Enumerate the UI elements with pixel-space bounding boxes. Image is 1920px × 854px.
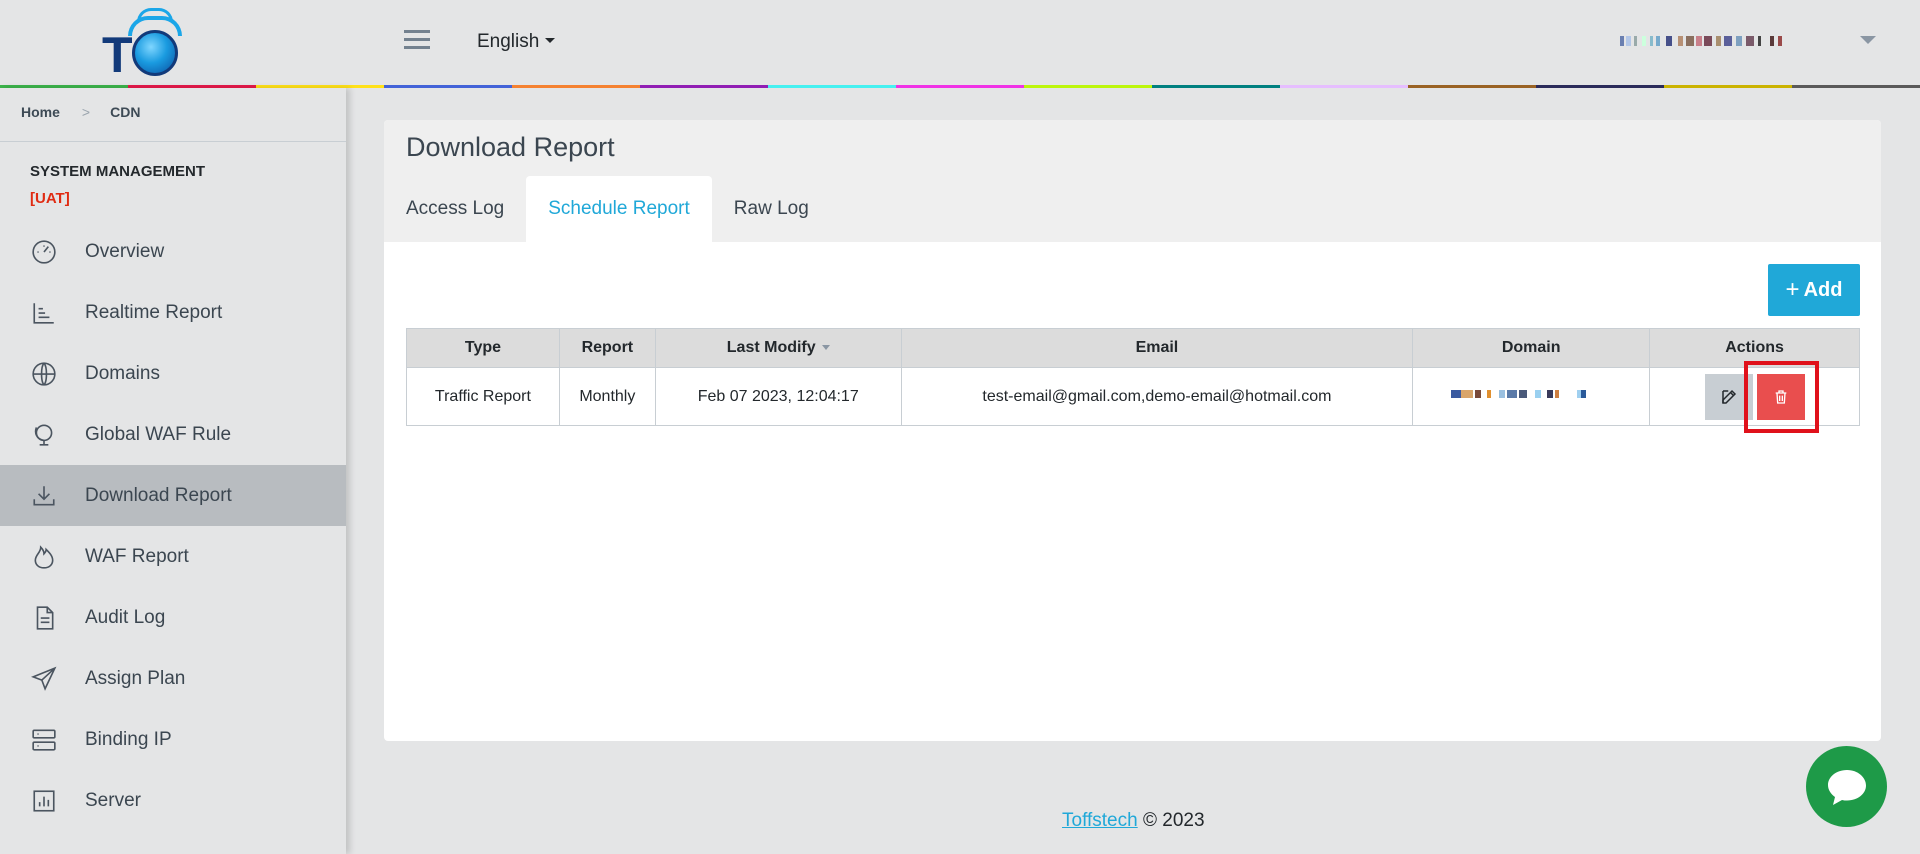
stripe-segment [1408, 85, 1536, 88]
download-report-card: Download Report Access Log Schedule Repo… [384, 120, 1881, 741]
chat-button[interactable] [1806, 746, 1887, 827]
stripe-segment [512, 85, 640, 88]
stripe-segment [896, 85, 1024, 88]
breadcrumb: Home > CDN [0, 88, 346, 142]
globe-stand-icon [30, 421, 58, 449]
column-header-last-modify[interactable]: Last Modify [654, 328, 902, 368]
cell-type: Traffic Report [406, 367, 560, 426]
sidebar-item-binding-ip[interactable]: Binding IP [0, 709, 346, 770]
footer-copyright: © 2023 [1142, 810, 1205, 831]
user-name-blurred[interactable] [1620, 34, 1840, 48]
card-header: Download Report Access Log Schedule Repo… [384, 120, 1881, 242]
table-row: Traffic Report Monthly Feb 07 2023, 12:0… [406, 367, 1860, 426]
sidebar-item-download-report[interactable]: Download Report [0, 465, 346, 526]
sidebar-title: SYSTEM MANAGEMENT [30, 163, 206, 180]
hamburger-menu-icon[interactable] [404, 30, 430, 54]
stripe-segment [1792, 85, 1920, 88]
domain-blurred [1451, 387, 1611, 401]
user-menu-caret-icon[interactable] [1860, 36, 1876, 44]
dashboard-icon [30, 238, 58, 266]
download-icon [30, 482, 58, 510]
column-header-label: Last Modify [726, 339, 816, 356]
stripe-segment [1280, 85, 1408, 88]
sidebar-item-realtime-report[interactable]: Realtime Report [0, 282, 346, 343]
column-header-email[interactable]: Email [900, 328, 1414, 368]
top-header: TFFS English [0, 0, 1920, 141]
sidebar-item-label: WAF Report [85, 545, 189, 567]
footer-link[interactable]: Toffstech [1062, 810, 1138, 831]
chart-icon [30, 299, 58, 327]
stripe-segment [1152, 85, 1280, 88]
stripe-segment [768, 85, 896, 88]
sidebar-item-domains[interactable]: Domains [0, 343, 346, 404]
stripe-segment [1664, 85, 1792, 88]
tab-raw-log[interactable]: Raw Log [712, 176, 831, 242]
cell-report: Monthly [558, 367, 656, 426]
add-button-label: Add [1803, 278, 1843, 301]
cell-domain [1412, 367, 1651, 426]
chat-bubble-icon [1827, 769, 1866, 805]
sidebar-item-label: Domains [85, 362, 160, 384]
table-header-row: Type Report Last Modify Email Domain Act… [406, 328, 1860, 368]
caret-down-icon [545, 38, 556, 43]
stripe-segment [640, 85, 768, 88]
language-label: English [477, 31, 540, 52]
plus-icon: + [1785, 276, 1800, 303]
stripe-segment [1536, 85, 1664, 88]
breadcrumb-separator: > [81, 104, 91, 120]
column-header-report[interactable]: Report [558, 328, 656, 368]
toffs-logo[interactable]: TFFS [100, 8, 250, 141]
sidebar-item-assign-plan[interactable]: Assign Plan [0, 648, 346, 709]
delete-highlight-box [1744, 361, 1819, 433]
document-icon [30, 604, 58, 632]
language-dropdown[interactable]: English [477, 31, 556, 53]
add-button[interactable]: + Add [1768, 264, 1860, 316]
column-header-type[interactable]: Type [406, 328, 560, 368]
globe-icon [30, 360, 58, 388]
sidebar: Home > CDN SYSTEM MANAGEMENT [UAT] Overvie… [0, 88, 346, 854]
paper-plane-icon [30, 665, 58, 693]
report-tabs: Access Log Schedule Report Raw Log [384, 176, 831, 242]
sidebar-item-label: Overview [85, 240, 165, 262]
server-icon [30, 726, 58, 754]
sidebar-item-audit-log[interactable]: Audit Log [0, 587, 346, 648]
sidebar-item-label: Download Report [85, 484, 232, 506]
sidebar-item-label: Audit Log [85, 606, 166, 628]
fire-icon [30, 543, 58, 571]
bar-chart-icon [30, 787, 58, 815]
footer: Toffstech © 2023 [1062, 810, 1205, 832]
sidebar-nav: Overview Realtime Report Domains Global … [0, 221, 346, 831]
sidebar-item-label: Realtime Report [85, 301, 223, 323]
stripe-segment [1024, 85, 1152, 88]
sidebar-item-waf-report[interactable]: WAF Report [0, 526, 346, 587]
sidebar-item-global-waf-rule[interactable]: Global WAF Rule [0, 404, 346, 465]
cell-email: test-email@gmail.com,demo-email@hotmail.… [900, 367, 1414, 426]
sort-caret-icon[interactable] [821, 345, 830, 350]
environment-badge: [UAT] [30, 190, 70, 207]
breadcrumb-current: CDN [110, 104, 141, 120]
stripe-segment [384, 85, 512, 88]
tab-schedule-report[interactable]: Schedule Report [526, 176, 712, 242]
sidebar-item-label: Server [85, 789, 141, 811]
sidebar-item-server[interactable]: Server [0, 770, 346, 831]
column-header-domain[interactable]: Domain [1412, 328, 1651, 368]
schedule-report-table: Type Report Last Modify Email Domain Act… [406, 328, 1860, 426]
page-title: Download Report [406, 132, 615, 162]
sidebar-item-label: Assign Plan [85, 667, 186, 689]
edit-icon [1722, 389, 1737, 404]
cell-last-modify: Feb 07 2023, 12:04:17 [654, 367, 902, 426]
sidebar-item-label: Global WAF Rule [85, 423, 232, 445]
sidebar-item-overview[interactable]: Overview [0, 221, 346, 282]
breadcrumb-home[interactable]: Home [21, 104, 60, 120]
tab-access-log[interactable]: Access Log [384, 176, 526, 242]
sidebar-item-label: Binding IP [85, 728, 172, 750]
